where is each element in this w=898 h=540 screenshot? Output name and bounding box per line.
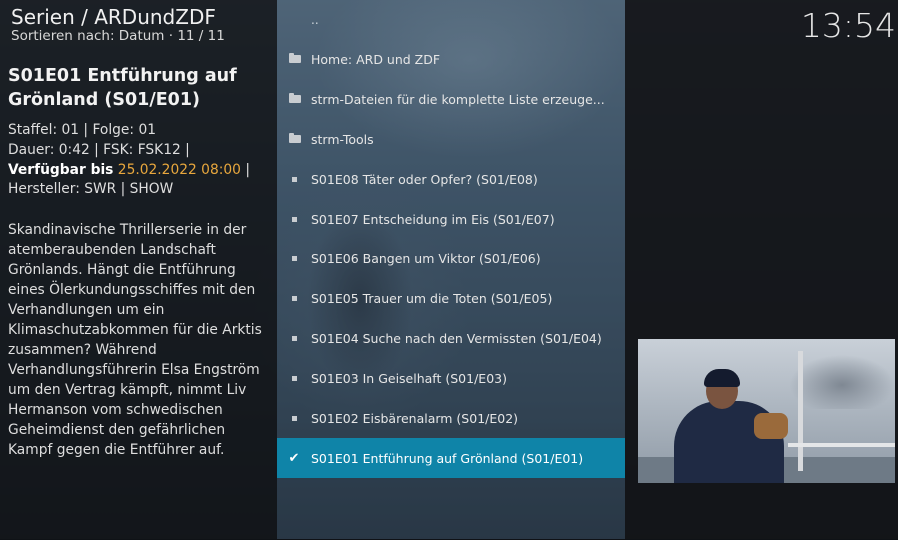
list-item-label: S01E03 In Geiselhaft (S01/E03)	[311, 370, 507, 386]
bullet-icon	[291, 255, 297, 261]
list-item-label: S01E08 Täter oder Opfer? (S01/E08)	[311, 171, 538, 187]
list-item-strm-files-folder[interactable]: strm-Dateien für die komplette Liste erz…	[277, 79, 625, 119]
list-item-label: S01E01 Entführung auf Grönland (S01/E01)	[311, 450, 584, 466]
list-item-home-folder[interactable]: Home: ARD und ZDF	[277, 39, 625, 79]
availability-date: 25.02.2022 08:00	[117, 161, 241, 178]
list-item-parent[interactable]: ..	[277, 0, 625, 40]
bullet-icon	[291, 335, 297, 341]
list-item-episode-3[interactable]: S01E03 In Geiselhaft (S01/E03)	[277, 358, 625, 398]
episode-plot: Skandinavische Thrillerserie in der atem…	[8, 222, 262, 458]
page-title: Serien / ARDundZDF	[11, 5, 216, 29]
list-item-episode-6[interactable]: S01E06 Bangen um Viktor (S01/E06)	[277, 238, 625, 278]
list-item-episode-4[interactable]: S01E04 Suche nach den Vermissten (S01/E0…	[277, 318, 625, 358]
list-item-label: ..	[311, 13, 319, 27]
episode-meta: Staffel: 01 | Folge: 01 Dauer: 0:42 | FS…	[8, 121, 273, 200]
bullet-icon	[291, 375, 297, 381]
list-item-label: Home: ARD und ZDF	[311, 51, 441, 67]
list-item-episode-7[interactable]: S01E07 Entscheidung im Eis (S01/E07)	[277, 199, 625, 239]
bullet-icon	[291, 295, 297, 301]
season-episode-line: Staffel: 01 | Folge: 01	[8, 122, 157, 138]
check-icon: ✔	[288, 450, 300, 466]
folder-icon	[289, 93, 301, 103]
list-item-label: S01E06 Bangen um Viktor (S01/E06)	[311, 250, 541, 266]
episode-title: S01E01 Entführung auf Grönland (S01/E01)	[8, 66, 237, 110]
list-item-label: S01E02 Eisbärenalarm (S01/E02)	[311, 410, 519, 426]
list-item-episode-1[interactable]: ✔ S01E01 Entführung auf Grönland (S01/E0…	[277, 438, 625, 478]
bullet-icon	[291, 415, 297, 421]
folder-icon	[289, 133, 301, 143]
list-item-label: strm-Dateien für die komplette Liste erz…	[311, 91, 605, 107]
list-item-label: S01E04 Suche nach den Vermissten (S01/E0…	[311, 330, 602, 346]
list-item-label: S01E05 Trauer um die Toten (S01/E05)	[311, 290, 553, 306]
producer-line: Hersteller: SWR | SHOW	[8, 181, 174, 198]
availability-separator: |	[240, 161, 250, 178]
list-item-label: S01E07 Entscheidung im Eis (S01/E07)	[311, 211, 555, 227]
folder-icon	[289, 53, 301, 63]
list-item-label: strm-Tools	[311, 131, 374, 147]
sort-info: Sortieren nach: Datum · 11 / 11	[11, 28, 225, 44]
list-item-episode-2[interactable]: S01E02 Eisbärenalarm (S01/E02)	[277, 398, 625, 438]
bullet-icon	[291, 176, 297, 182]
availability-label: Verfügbar bis	[8, 161, 114, 178]
bullet-icon	[291, 216, 297, 222]
availability-line: Verfügbar bis 25.02.2022 08:00 |	[8, 161, 273, 181]
episode-thumbnail	[638, 339, 895, 483]
duration-fsk-line: Dauer: 0:42 | FSK: FSK12 |	[8, 141, 190, 158]
clock: 13:54	[800, 6, 896, 45]
list-item-episode-5[interactable]: S01E05 Trauer um die Toten (S01/E05)	[277, 278, 625, 318]
list-item-episode-8[interactable]: S01E08 Täter oder Opfer? (S01/E08)	[277, 159, 625, 199]
list-item-strm-tools-folder[interactable]: strm-Tools	[277, 119, 625, 159]
